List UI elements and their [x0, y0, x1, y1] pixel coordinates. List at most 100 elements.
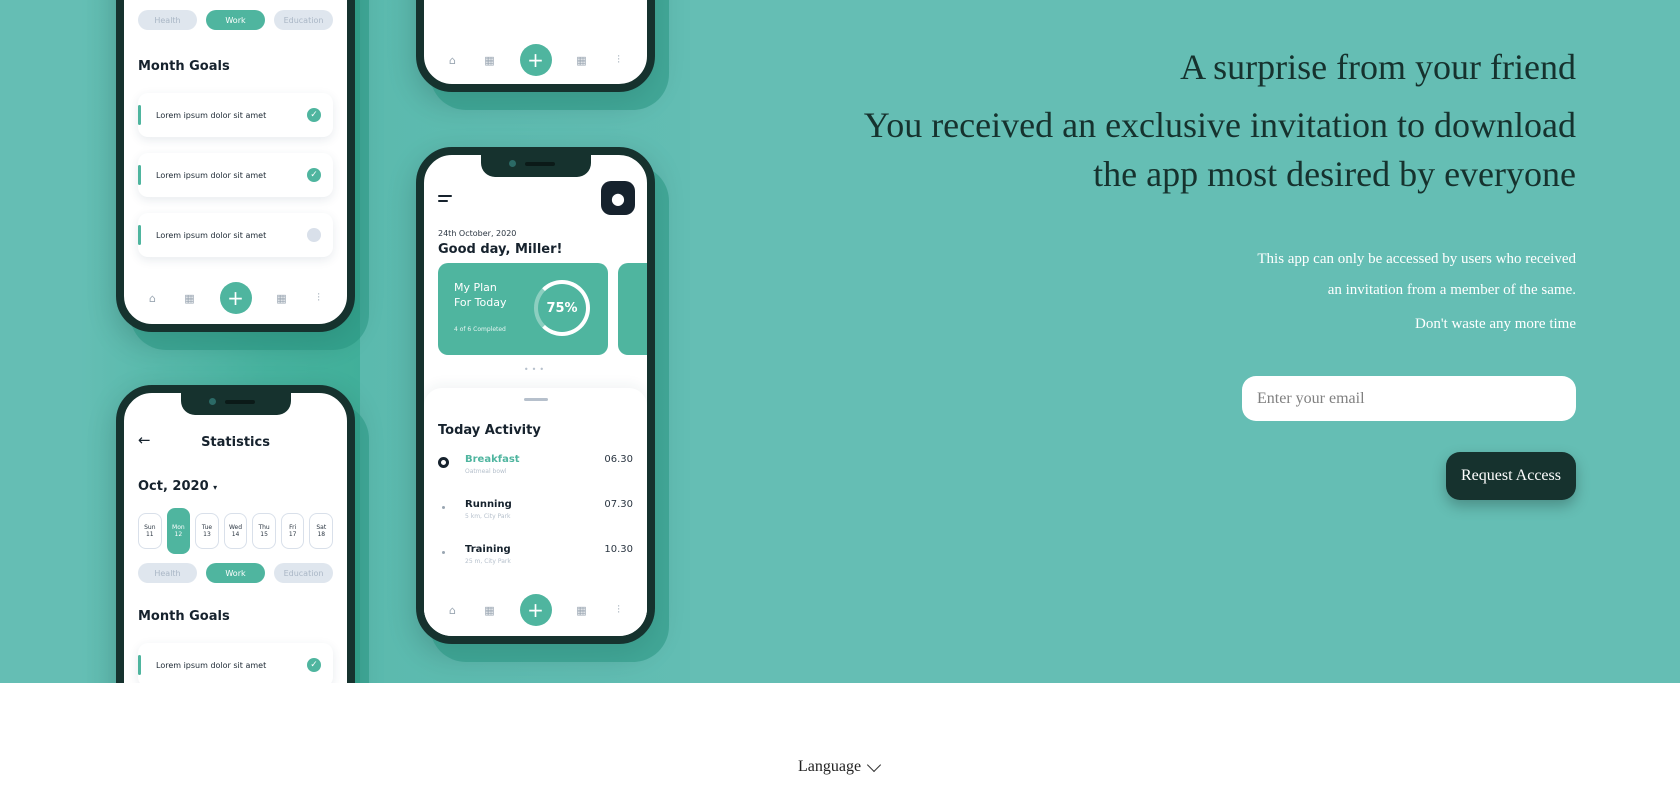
day-cell[interactable]: Fri 17: [280, 513, 305, 549]
description-line-3: Don't waste any more time: [1415, 316, 1576, 332]
day-name: Sat: [316, 524, 327, 531]
calendar-icon[interactable]: ▦: [183, 292, 197, 305]
menu-icon[interactable]: [438, 195, 452, 205]
day-number: 13: [203, 531, 211, 538]
activity-time: 10.30: [604, 544, 633, 555]
day-name: Thu: [258, 524, 270, 531]
sheet-handle[interactable]: [523, 398, 548, 401]
plan-progress-text: 4 of 6 Completed: [454, 326, 506, 333]
goal-item[interactable]: Lorem ipsum dolor sit amet ✓: [138, 93, 333, 137]
phone-cropped: ⌂ ▦ + ▦ ⫶: [416, 0, 655, 92]
category-tags: Health Work Education: [138, 563, 333, 583]
bottom-nav: ⌂ ▦ + ▦ ⫶: [424, 35, 647, 84]
subtitle-line-1: You received an exclusive invitation to …: [863, 105, 1576, 145]
progress-ring: 75%: [534, 280, 590, 336]
phone-statistics: ← Statistics Oct, 2020 ▾ Sun 11 Mon 12 Tue…: [116, 385, 355, 683]
email-input[interactable]: [1242, 376, 1576, 421]
phone-notch: [480, 155, 591, 177]
settings-sliders-icon[interactable]: ⫶: [612, 603, 626, 616]
home-icon[interactable]: ⌂: [146, 292, 160, 305]
bullet-icon: [442, 506, 445, 509]
subtitle-line-2: the app most desired by everyone: [1093, 154, 1576, 194]
schedule-icon[interactable]: ▦: [275, 292, 289, 305]
add-button[interactable]: +: [519, 44, 552, 76]
schedule-icon[interactable]: ▦: [575, 54, 589, 67]
check-icon[interactable]: ✓: [307, 108, 321, 122]
invitation-copy: A surprise from your friend You received…: [816, 0, 1576, 683]
activity-item[interactable]: Running 5 km, City Park 07.30: [438, 499, 633, 529]
chevron-down-icon: [867, 757, 882, 772]
day-name: Tue: [201, 524, 213, 531]
phone-goals: Health Work Education Month Goals Lorem …: [116, 0, 355, 332]
tag-work[interactable]: Work: [206, 563, 265, 583]
month-label: Oct, 2020: [138, 479, 209, 494]
bottom-nav: ⌂ ▦ + ▦ ⫶: [124, 273, 347, 323]
plan-title: My Plan: [454, 281, 497, 294]
day-cell[interactable]: Sat 18: [309, 513, 334, 549]
caret-down-icon: ▾: [213, 483, 218, 492]
activity-detail: 5 km, City Park: [465, 513, 511, 520]
month-goals-title: Month Goals: [138, 609, 230, 624]
check-icon[interactable]: ✓: [307, 168, 321, 182]
carousel-dots: •••: [523, 365, 548, 374]
language-label: Language: [798, 758, 862, 775]
day-number: 14: [231, 531, 240, 538]
tag-health[interactable]: Health: [138, 563, 197, 583]
request-access-button[interactable]: Request Access: [1446, 452, 1576, 500]
bullet-icon: [442, 551, 445, 554]
month-selector[interactable]: Oct, 2020 ▾: [138, 479, 217, 494]
goal-item[interactable]: Lorem ipsum dolor sit amet: [138, 213, 333, 257]
day-picker: Sun 11 Mon 12 Tue 13 Wed 14 Thu 15 Fri 17 Sat 1…: [138, 508, 334, 554]
dashboard-date: 24th October, 2020: [438, 229, 517, 238]
day-cell[interactable]: Thu 15: [252, 513, 276, 549]
tag-health[interactable]: Health: [138, 10, 197, 30]
phone-dashboard: ● 24th October, 2020 Good day, Miller! M…: [416, 147, 655, 644]
description-line-1: This app can only be accessed by users w…: [1257, 251, 1576, 267]
day-number: 18: [317, 531, 326, 538]
description-line-2: an invitation from a member of the same.: [1327, 282, 1576, 298]
add-button[interactable]: +: [219, 282, 252, 314]
home-icon[interactable]: ⌂: [446, 604, 460, 617]
day-cell[interactable]: Wed 14: [223, 513, 248, 549]
phone-notch: [180, 393, 291, 415]
footer: Language: [0, 683, 1680, 788]
activity-name: Running: [465, 499, 512, 510]
activity-name: Breakfast: [465, 454, 520, 465]
calendar-icon[interactable]: ▦: [483, 54, 497, 67]
unchecked-icon[interactable]: [307, 228, 321, 242]
tag-work[interactable]: Work: [206, 10, 265, 30]
profile-icon[interactable]: ●: [601, 181, 635, 215]
tag-education[interactable]: Education: [274, 563, 333, 583]
goal-item[interactable]: Lorem ipsum dolor sit amet ✓: [138, 643, 333, 683]
goal-text: Lorem ipsum dolor sit amet: [156, 110, 267, 120]
day-name: Sun: [144, 524, 156, 531]
day-name: Wed: [228, 524, 243, 531]
day-cell[interactable]: Tue 13: [195, 513, 219, 549]
activity-item[interactable]: Training 25 m, City Park 10.30: [438, 544, 633, 574]
settings-sliders-icon[interactable]: ⫶: [312, 291, 326, 304]
home-icon[interactable]: ⌂: [446, 54, 460, 67]
activity-time: 06.30: [604, 454, 633, 465]
language-selector[interactable]: Language: [798, 757, 882, 776]
category-tags: Health Work Education: [138, 10, 333, 30]
day-name: Fri: [289, 524, 297, 531]
settings-sliders-icon[interactable]: ⫶: [612, 53, 626, 66]
schedule-icon[interactable]: ▦: [575, 604, 589, 617]
next-plan-card[interactable]: [618, 263, 647, 355]
goal-text: Lorem ipsum dolor sit amet: [156, 660, 267, 670]
check-icon[interactable]: ✓: [307, 658, 321, 672]
activity-item[interactable]: Breakfast Oatmeal bowl 06.30: [438, 454, 633, 484]
day-cell[interactable]: Sun 11: [138, 513, 162, 549]
bottom-nav: ⌂ ▦ + ▦ ⫶: [424, 585, 647, 635]
radio-icon: [438, 457, 449, 468]
page-title: A surprise from your friend: [1180, 47, 1576, 87]
statistics-title: Statistics: [201, 435, 270, 450]
tag-education[interactable]: Education: [274, 10, 333, 30]
calendar-icon[interactable]: ▦: [483, 604, 497, 617]
add-button[interactable]: +: [519, 594, 552, 626]
day-number: 15: [260, 531, 268, 538]
day-cell-selected[interactable]: Mon 12: [166, 508, 191, 554]
day-number: 11: [145, 531, 154, 538]
plan-card[interactable]: My Plan For Today 4 of 6 Completed 75%: [438, 263, 608, 355]
goal-item[interactable]: Lorem ipsum dolor sit amet ✓: [138, 153, 333, 197]
